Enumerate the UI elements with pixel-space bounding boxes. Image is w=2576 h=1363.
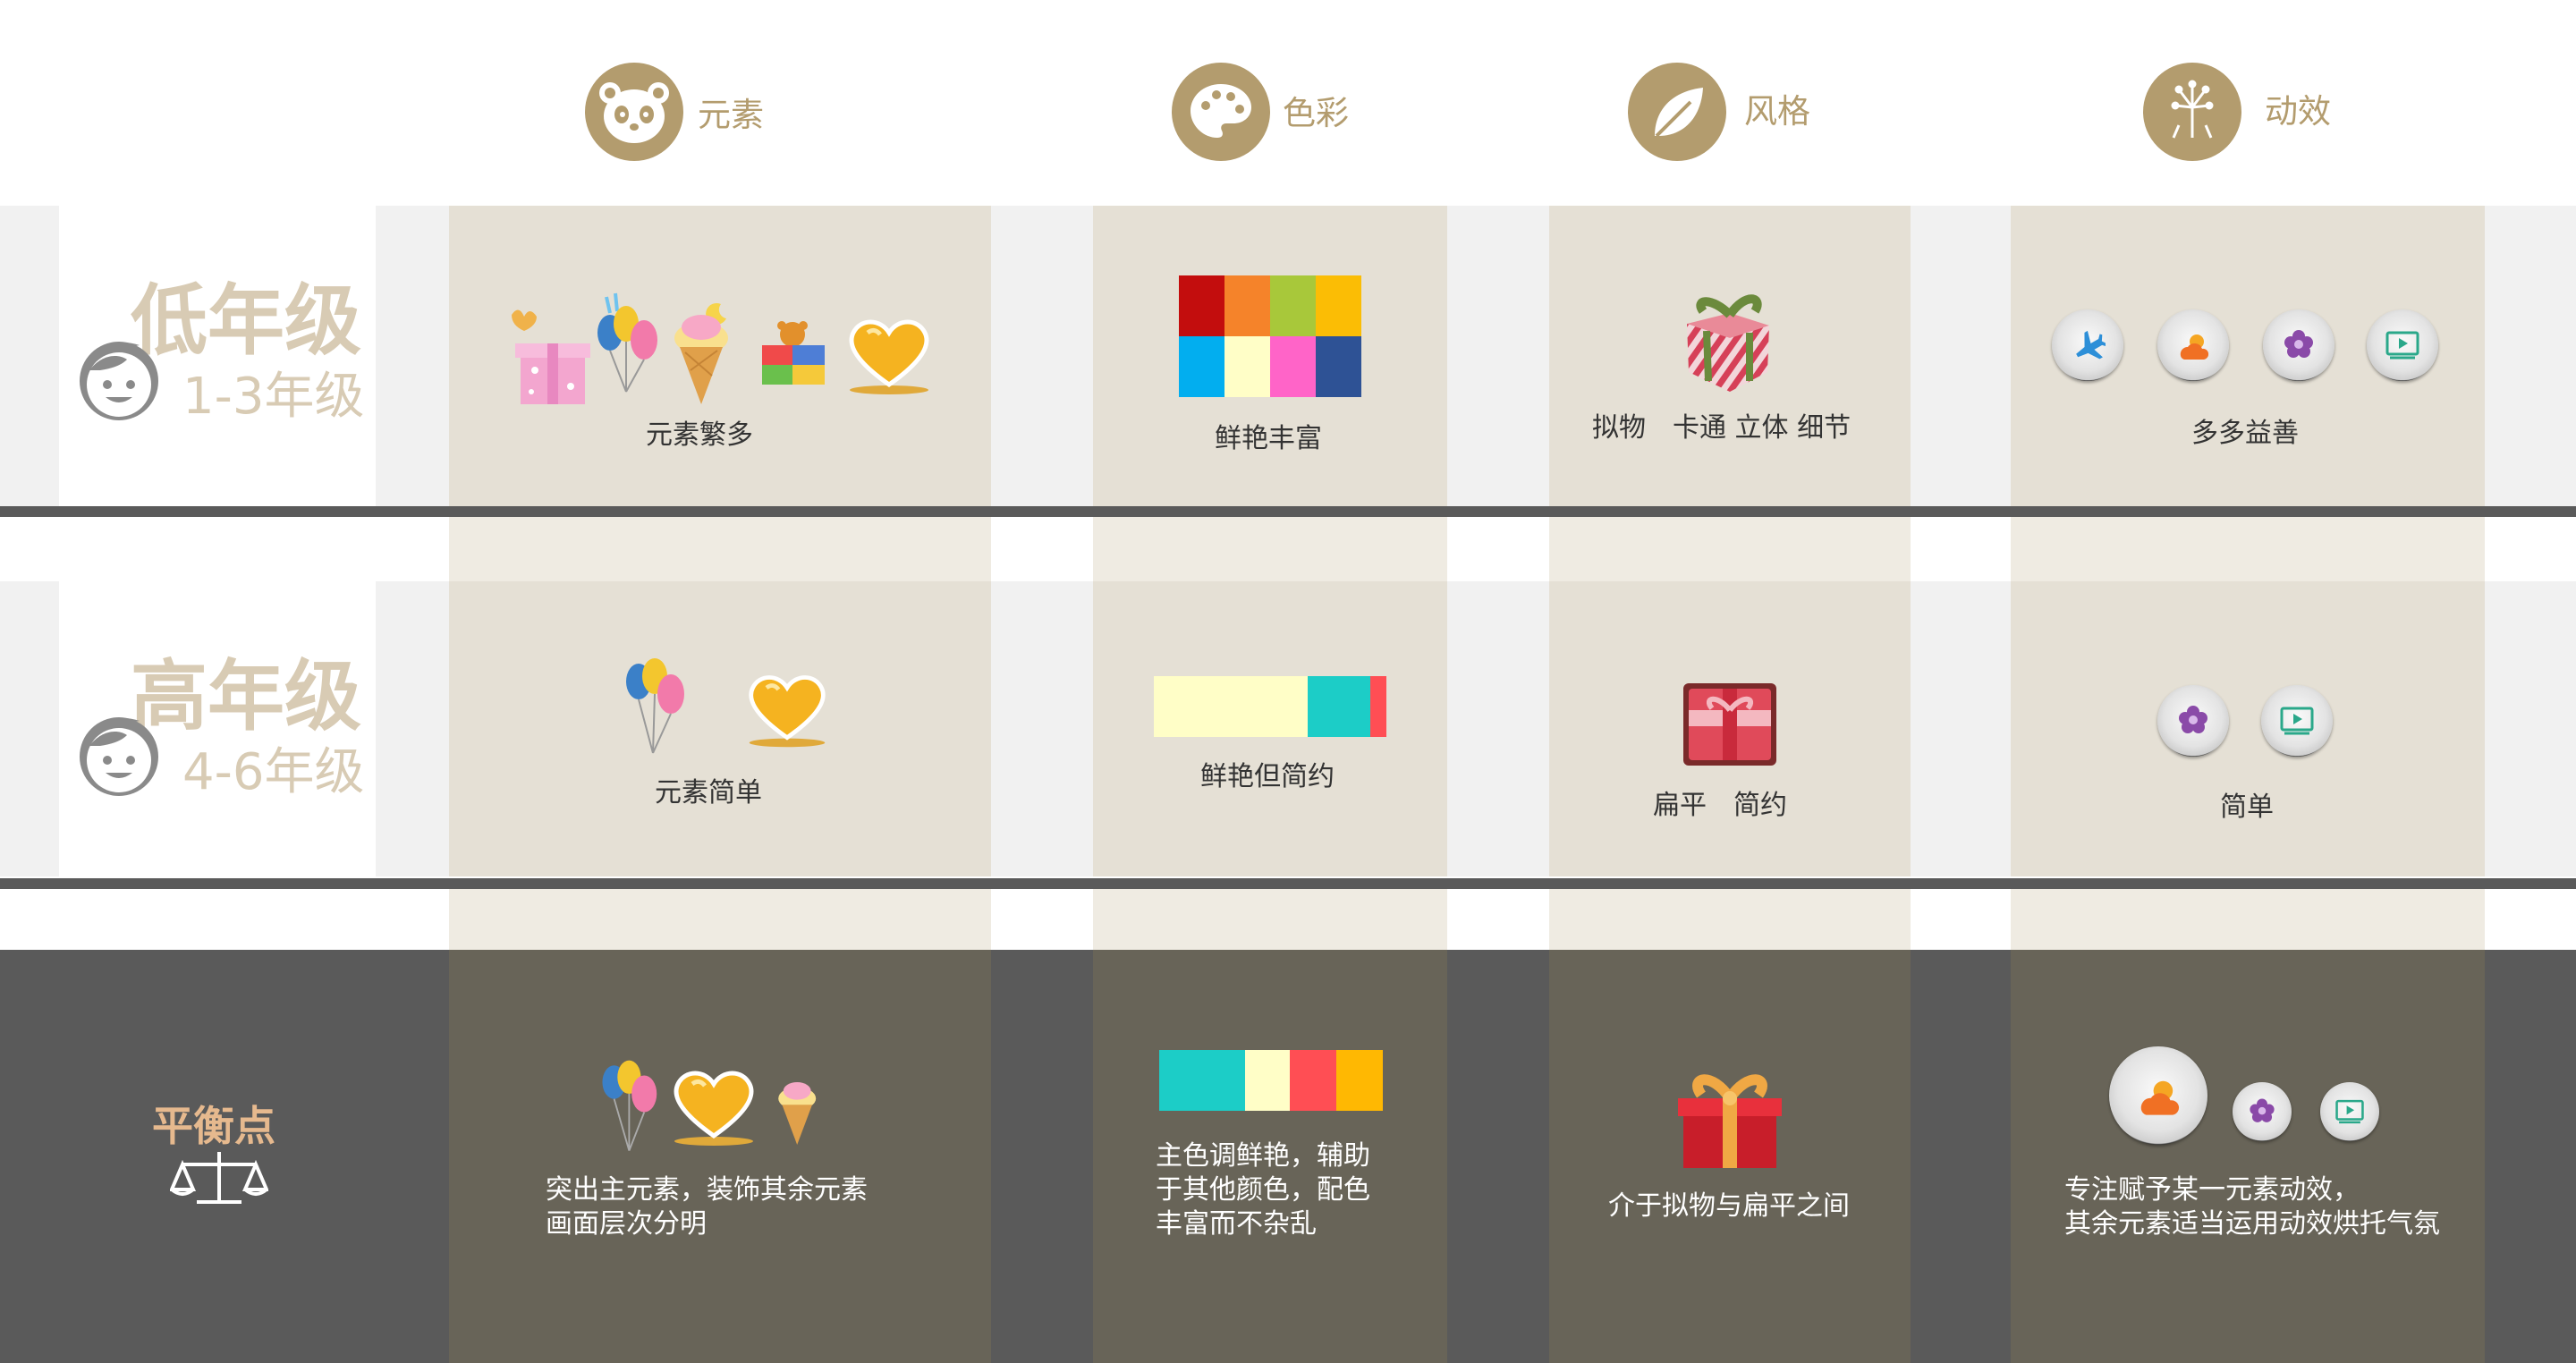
panda-icon xyxy=(585,63,683,161)
child-face-icon xyxy=(80,342,158,420)
motion-icon-flower[interactable] xyxy=(2263,309,2334,381)
color-swatch xyxy=(1159,1050,1245,1111)
heart-gold-illustration xyxy=(674,1071,754,1146)
color-swatch xyxy=(1154,676,1308,737)
motion-icon-video[interactable] xyxy=(2261,685,2333,757)
grade-range-high: 4-6年级 xyxy=(182,743,365,801)
color-swatch xyxy=(1179,275,1224,336)
caption-motion-balance: 专注赋予某一元素动效， 其余元素适当运用动效烘托气氛 xyxy=(2064,1174,2440,1240)
color-swatch xyxy=(1270,275,1316,336)
column-bg-high xyxy=(2011,581,2485,876)
column-bg-gap xyxy=(2011,889,2485,950)
caption-motion-low: 多多益善 xyxy=(2191,418,2299,449)
motion-icon-flower[interactable] xyxy=(2233,1082,2292,1141)
ice-cream-illustration xyxy=(674,302,728,404)
fireworks-icon xyxy=(2143,63,2241,161)
column-bg-gap xyxy=(2011,517,2485,581)
caption-elements-balance: 突出主元素，装饰其余元素 画面层次分明 xyxy=(546,1174,868,1240)
motion-icon-weather[interactable] xyxy=(2109,1046,2207,1145)
divider-2 xyxy=(0,878,2576,889)
column-bg-gap xyxy=(449,889,991,950)
caption-style-high: 扁平 简约 xyxy=(1653,790,1787,821)
semi-flat-gift-illustration xyxy=(1678,1074,1782,1168)
column-bg-gap xyxy=(1093,889,1447,950)
toy-box-illustration xyxy=(762,321,825,385)
color-swatch xyxy=(1245,1050,1290,1111)
grade-range-low: 1-3年级 xyxy=(182,368,365,426)
header-label-color: 色彩 xyxy=(1283,94,1349,132)
balance-scale-icon xyxy=(170,1152,268,1204)
color-swatch-grid-low xyxy=(1179,275,1361,397)
header-label-element: 元素 xyxy=(698,96,764,134)
column-bg-high xyxy=(449,581,991,876)
column-bg-gap xyxy=(449,517,991,581)
color-swatch xyxy=(1308,676,1370,737)
palette-icon xyxy=(1172,63,1270,161)
heart-gold-illustration xyxy=(849,319,929,394)
color-swatch xyxy=(1179,336,1224,397)
column-bg-balance xyxy=(2011,950,2485,1363)
caption-style-balance: 介于拟物与扁平之间 xyxy=(1608,1190,1850,1222)
color-swatch xyxy=(1290,1050,1336,1111)
caption-motion-high: 简单 xyxy=(2220,792,2274,823)
color-swatch xyxy=(1316,275,1361,336)
divider-1 xyxy=(0,506,2576,517)
caption-color-high: 鲜艳但简约 xyxy=(1200,761,1335,792)
heart-gold-illustration xyxy=(749,675,826,748)
caption-color-low: 鲜艳丰富 xyxy=(1215,423,1322,454)
caption-style-low: 拟物 卡通 立体 细节 xyxy=(1592,412,1852,444)
striped-gift-illustration xyxy=(1687,294,1769,392)
motion-icon-airplane[interactable] xyxy=(2052,309,2123,381)
column-bg-gap xyxy=(1549,517,1911,581)
gift-box-pink-illustration xyxy=(512,309,590,404)
motion-icon-flower[interactable] xyxy=(2157,685,2229,757)
balloons-illustration xyxy=(602,1060,657,1151)
caption-elements-high: 元素简单 xyxy=(655,777,762,808)
leaf-icon xyxy=(1628,63,1726,161)
color-swatch xyxy=(1224,336,1270,397)
column-bg-gap xyxy=(1549,889,1911,950)
caption-color-balance: 主色调鲜艳，辅助 于其他颜色，配色 丰富而不杂乱 xyxy=(1156,1140,1370,1240)
color-swatch xyxy=(1224,275,1270,336)
balance-title: 平衡点 xyxy=(152,1102,275,1150)
grade-title-low: 低年级 xyxy=(131,276,361,366)
balloons-illustration xyxy=(626,658,684,754)
color-swatch xyxy=(1270,336,1316,397)
color-swatch xyxy=(1370,676,1386,737)
color-swatch xyxy=(1316,336,1361,397)
balloons-illustration xyxy=(597,292,657,393)
motion-icon-video[interactable] xyxy=(2320,1082,2379,1141)
column-bg-balance xyxy=(449,950,991,1363)
color-swatch-bar-balance xyxy=(1159,1050,1383,1111)
column-bg-gap xyxy=(1093,517,1447,581)
child-face-icon xyxy=(80,717,158,796)
motion-icon-weather[interactable] xyxy=(2157,309,2229,381)
flat-gift-illustration xyxy=(1683,683,1776,766)
grade-title-high: 高年级 xyxy=(131,652,361,741)
ice-cream-illustration xyxy=(778,1082,817,1145)
header-label-motion: 动效 xyxy=(2265,92,2331,131)
header-label-style: 风格 xyxy=(1744,92,1810,131)
color-swatch-bar-high xyxy=(1154,676,1386,737)
motion-icon-video[interactable] xyxy=(2367,309,2438,381)
color-swatch xyxy=(1336,1050,1383,1111)
caption-elements-low: 元素繁多 xyxy=(646,419,753,451)
